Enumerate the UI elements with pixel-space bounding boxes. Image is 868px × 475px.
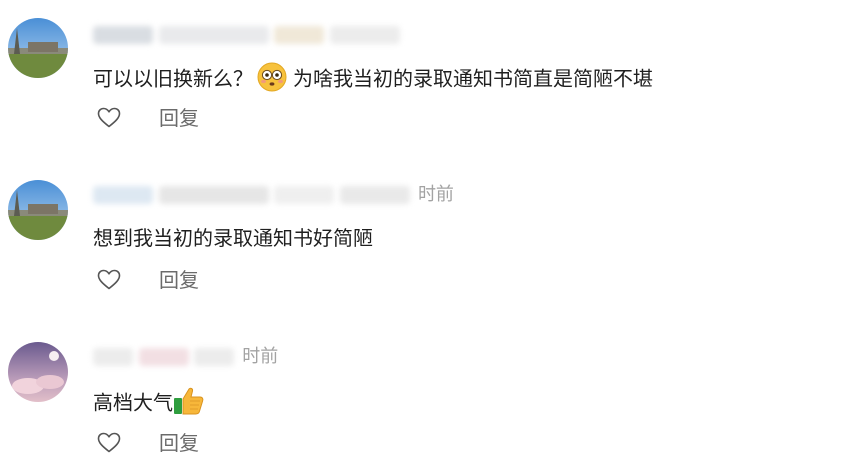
heart-icon	[97, 269, 121, 290]
comment-text: 高档大气	[93, 386, 211, 422]
username-redacted	[274, 26, 325, 44]
comment-text-part: 可以以旧换新么？	[93, 66, 253, 91]
comment-text-part: 为啥我当初的录取通知书简直是简陋不堪	[293, 66, 653, 91]
username-redacted	[274, 186, 335, 204]
flushed-face-icon	[257, 62, 287, 98]
comment-meta	[93, 24, 402, 46]
comment-text: 可以以旧换新么？ 为啥我当初的录取通知书简直是简陋不堪	[93, 62, 653, 98]
username-redacted	[158, 186, 269, 204]
avatar[interactable]	[8, 342, 68, 402]
avatar[interactable]	[8, 180, 68, 240]
username-redacted	[158, 26, 269, 44]
username-redacted	[93, 26, 153, 44]
username-redacted	[330, 26, 401, 44]
thumbs-up-icon	[173, 386, 205, 422]
username-redacted	[194, 348, 235, 366]
username-redacted	[138, 348, 189, 366]
comment-meta: 时前	[93, 184, 454, 206]
comment-text: 想到我当初的录取通知书好简陋	[93, 226, 373, 250]
like-button[interactable]	[96, 267, 122, 293]
avatar[interactable]	[8, 18, 68, 78]
reply-button[interactable]: 回复	[159, 430, 199, 456]
reply-button[interactable]: 回复	[159, 105, 199, 131]
comment-text-part: 高档大气	[93, 390, 173, 415]
like-button[interactable]	[96, 430, 122, 456]
username-redacted	[340, 186, 411, 204]
reply-button[interactable]: 回复	[159, 267, 199, 293]
heart-icon	[97, 432, 121, 453]
username-redacted	[93, 348, 133, 366]
comment-time: 时前	[417, 184, 454, 205]
username-redacted	[93, 186, 153, 204]
comment-meta: 时前	[93, 346, 278, 368]
comment-time: 时前	[242, 346, 279, 367]
heart-icon	[97, 107, 121, 128]
like-button[interactable]	[96, 105, 122, 131]
